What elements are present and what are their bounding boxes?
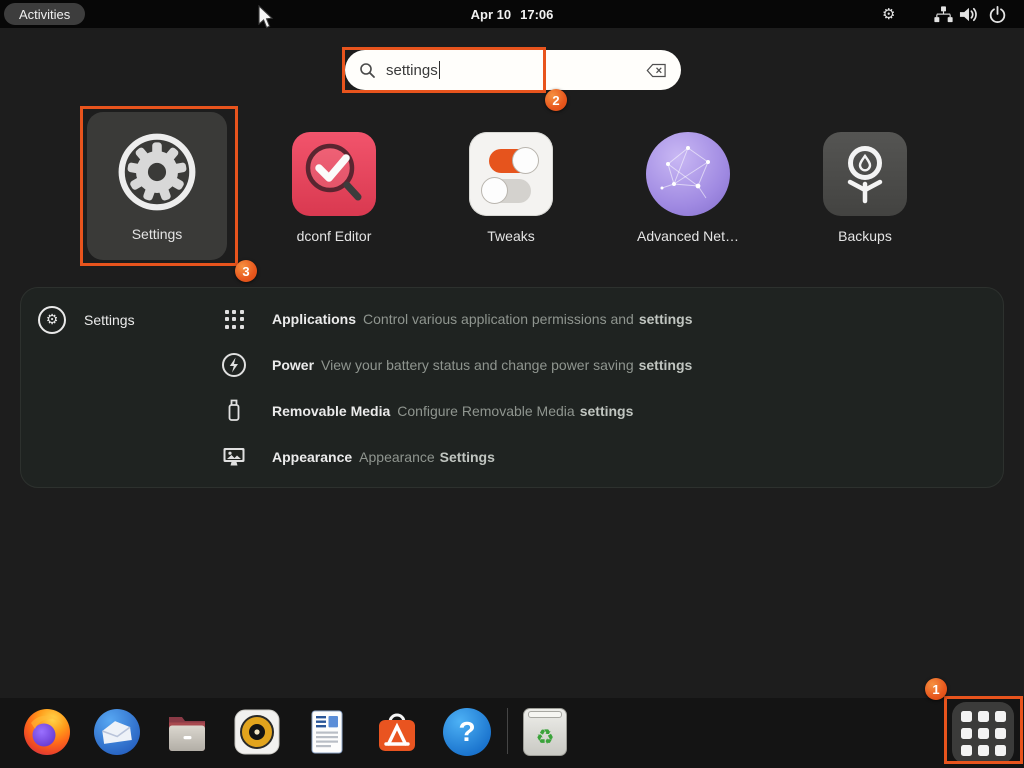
ubuntu-software-icon[interactable] [373,708,421,756]
result-title: Appearance [272,449,352,465]
result-desc: Control various application permissions … [363,311,634,327]
activities-button[interactable]: Activities [4,3,85,25]
power-icon[interactable] [988,0,1007,28]
search-input[interactable]: settings [345,50,681,90]
result-row-removable-media[interactable]: Removable Media Configure Removable Media… [221,388,991,434]
search-icon [359,62,376,79]
clock[interactable]: Apr 10 17:06 [0,0,1024,28]
files-folder-icon[interactable] [163,708,211,756]
results-provider-settings[interactable]: ⚙ Settings [38,306,135,334]
app-tile-backups[interactable]: Backups [785,132,945,244]
results-provider-label: Settings [84,312,135,328]
recycle-glyph: ♻ [536,727,555,748]
result-highlight: settings [580,403,634,419]
app-tile-label: Tweaks [487,228,534,244]
settings-gear-icon: ⚙ [38,306,66,334]
network-globe-icon [646,132,730,216]
result-highlight: settings [639,357,693,373]
gnome-activities-overview: Activities Apr 10 17:06 ⚙ [0,0,1024,768]
result-title: Applications [272,311,356,327]
rhythmbox-icon[interactable] [233,708,281,756]
thunderbird-icon[interactable] [93,708,141,756]
result-highlight: settings [639,311,693,327]
app-tile-advanced-network[interactable]: Advanced Net… [608,132,768,244]
dconf-editor-icon [292,132,376,216]
result-title: Removable Media [272,403,390,419]
power-icon [221,352,247,378]
help-icon[interactable]: ? [443,708,491,756]
app-tile-dconf-editor[interactable]: dconf Editor [254,132,414,244]
dock: ? ♻ [0,698,1024,768]
toggle-on [489,149,537,173]
result-row-appearance[interactable]: Appearance Appearance Settings [221,434,991,480]
settings-gear-icon [115,130,199,214]
annotation-badge-step2: 2 [545,89,567,111]
app-tile-label: Settings [132,226,183,242]
app-tile-settings[interactable]: Settings [87,112,227,260]
top-bar: Activities Apr 10 17:06 ⚙ [0,0,1024,28]
trash-lid [528,711,562,718]
question-glyph: ? [458,716,475,748]
backspace-clear-icon[interactable] [646,63,667,78]
annotation-badge-step3: 3 [235,260,257,282]
clock-time: 17:06 [520,7,553,22]
search-value: settings [386,61,440,79]
backups-icon [823,132,907,216]
annotation-badge-step1: 1 [925,678,947,700]
appearance-display-icon [221,444,247,470]
result-row-power[interactable]: Power View your battery status and change… [221,342,991,388]
firefox-icon[interactable] [23,708,71,756]
show-applications-button[interactable] [952,702,1014,764]
gear-icon[interactable]: ⚙ [882,0,895,28]
result-desc: Appearance [359,449,435,465]
removable-media-usb-icon [221,398,247,424]
dock-separator [507,708,508,754]
result-desc: View your battery status and change powe… [321,357,634,373]
toggle-off [483,179,531,203]
app-tile-label: dconf Editor [297,228,372,244]
volume-icon[interactable] [958,0,979,28]
result-desc: Configure Removable Media [397,403,574,419]
libreoffice-writer-icon[interactable] [303,708,351,756]
text-caret [439,61,441,79]
tweaks-toggles-icon [469,132,553,216]
clock-date: Apr 10 [471,7,511,22]
result-title: Power [272,357,314,373]
wired-network-icon[interactable] [934,0,953,28]
show-applications-grid-icon [961,711,1006,756]
app-tile-label: Backups [838,228,892,244]
app-tile-tweaks[interactable]: Tweaks [431,132,591,244]
app-tile-label: Advanced Net… [637,228,739,244]
trash-icon[interactable]: ♻ [521,708,569,756]
applications-grid-icon [221,306,247,332]
result-highlight: Settings [440,449,495,465]
result-row-applications[interactable]: Applications Control various application … [221,296,991,342]
